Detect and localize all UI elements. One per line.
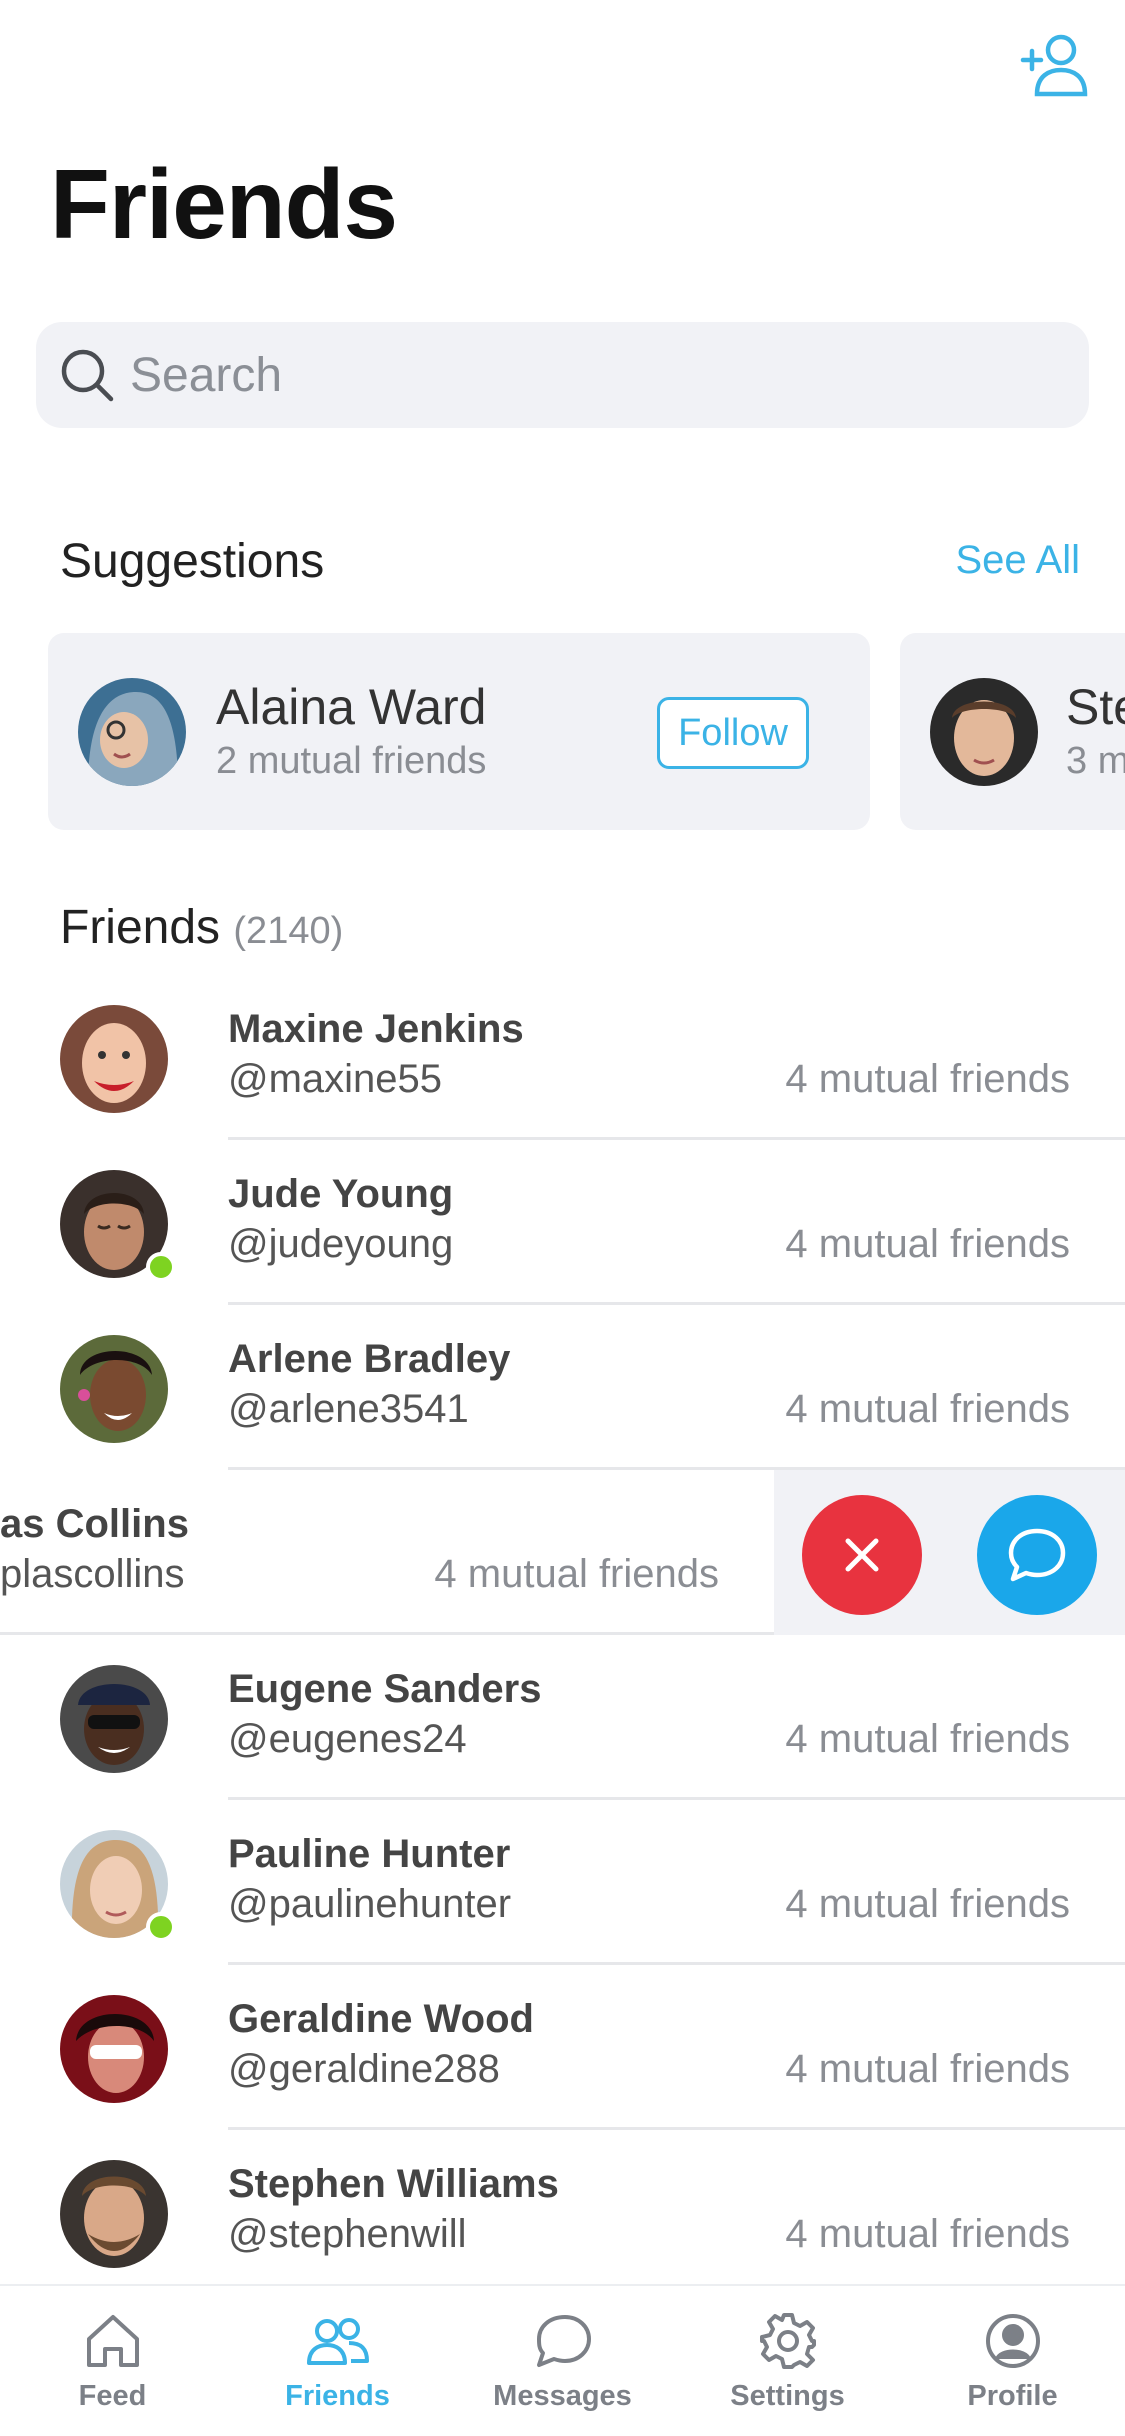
friend-handle: plascollins: [0, 1552, 185, 1596]
add-user-icon: [1020, 34, 1088, 97]
tab-label: Settings: [730, 2380, 845, 2412]
search-bar[interactable]: [36, 322, 1089, 428]
friend-mutual-friends: 4 mutual friends: [785, 1717, 1070, 1761]
avatar: [78, 678, 186, 786]
friend-row[interactable]: Arlene Bradley @arlene3541 4 mutual frie…: [0, 1305, 1125, 1470]
friend-name: as Collins: [0, 1502, 189, 1546]
friends-section-title: Friends (2140): [60, 900, 343, 955]
friend-mutual-friends: 4 mutual friends: [785, 1222, 1070, 1266]
tab-bar: Feed Friends Messages Settings Profile: [0, 2284, 1125, 2436]
friend-handle: @maxine55: [228, 1057, 443, 1101]
friend-row[interactable]: Stephen Williams @stephenwill 4 mutual f…: [0, 2130, 1125, 2295]
chat-bubble-icon: [530, 2308, 596, 2374]
tab-label: Profile: [967, 2380, 1058, 2412]
friend-name: Stephen Williams: [228, 2162, 559, 2206]
friends-count: (2140): [233, 910, 344, 952]
friend-handle: @arlene3541: [228, 1387, 469, 1431]
avatar: [60, 1335, 168, 1443]
remove-friend-button[interactable]: [802, 1495, 922, 1615]
tab-label: Messages: [493, 2380, 632, 2412]
friend-handle: @eugenes24: [228, 1717, 467, 1761]
friend-row[interactable]: Geraldine Wood @geraldine288 4 mutual fr…: [0, 1965, 1125, 2130]
friend-mutual-friends: 4 mutual friends: [434, 1552, 719, 1596]
online-status-indicator: [146, 1912, 176, 1942]
friend-row[interactable]: Pauline Hunter @paulinehunter 4 mutual f…: [0, 1800, 1125, 1965]
avatar: [930, 678, 1038, 786]
friend-handle: @stephenwill: [228, 2212, 467, 2256]
friend-row[interactable]: Jude Young @judeyoung 4 mutual friends: [0, 1140, 1125, 1305]
suggestion-name: Alaina Ward: [216, 679, 487, 735]
suggestion-mutual-friends: 3 m: [1066, 740, 1125, 782]
friends-screen: Friends Suggestions See All Alaina Ward …: [0, 0, 1125, 2436]
message-friend-button[interactable]: [977, 1495, 1097, 1615]
home-icon: [80, 2308, 146, 2374]
tab-friends[interactable]: Friends: [225, 2286, 450, 2436]
search-input[interactable]: [130, 347, 1030, 403]
page-title: Friends: [50, 149, 398, 259]
user-circle-icon: [980, 2308, 1046, 2374]
friend-name: Pauline Hunter: [228, 1832, 511, 1876]
online-status-indicator: [146, 1252, 176, 1282]
swipe-actions: [774, 1470, 1125, 1635]
tab-messages[interactable]: Messages: [450, 2286, 675, 2436]
tab-label: Friends: [285, 2380, 390, 2412]
tab-settings[interactable]: Settings: [675, 2286, 900, 2436]
friend-mutual-friends: 4 mutual friends: [785, 2212, 1070, 2256]
friend-mutual-friends: 4 mutual friends: [785, 1882, 1070, 1926]
avatar: [60, 1665, 168, 1773]
gear-icon: [755, 2308, 821, 2374]
follow-button[interactable]: Follow: [657, 697, 809, 769]
friend-row-swiped[interactable]: as Collins plascollins 4 mutual friends: [0, 1470, 774, 1635]
friend-name: Geraldine Wood: [228, 1997, 534, 2041]
friend-row[interactable]: Eugene Sanders @eugenes24 4 mutual frien…: [0, 1635, 1125, 1800]
suggestion-name: Ste: [1066, 679, 1125, 735]
friend-mutual-friends: 4 mutual friends: [785, 1387, 1070, 1431]
friend-handle: @judeyoung: [228, 1222, 454, 1266]
friends-title: Friends: [60, 901, 221, 954]
friend-name: Eugene Sanders: [228, 1667, 542, 1711]
suggestions-title: Suggestions: [60, 535, 325, 588]
friend-row[interactable]: Maxine Jenkins @maxine55 4 mutual friend…: [0, 975, 1125, 1140]
friend-name: Maxine Jenkins: [228, 1007, 524, 1051]
avatar: [60, 1995, 168, 2103]
friend-name: Arlene Bradley: [228, 1337, 511, 1381]
tab-feed[interactable]: Feed: [0, 2286, 225, 2436]
suggestion-mutual-friends: 2 mutual friends: [216, 740, 487, 782]
close-icon: [845, 1538, 879, 1572]
friend-handle: @geraldine288: [228, 2047, 500, 2091]
friend-mutual-friends: 4 mutual friends: [785, 2047, 1070, 2091]
search-icon: [56, 344, 118, 406]
avatar: [60, 2160, 168, 2268]
see-all-link[interactable]: See All: [955, 538, 1080, 583]
friend-handle: @paulinehunter: [228, 1882, 512, 1926]
friend-mutual-friends: 4 mutual friends: [785, 1057, 1070, 1101]
tab-profile[interactable]: Profile: [900, 2286, 1125, 2436]
avatar: [60, 1005, 168, 1113]
chat-bubble-icon: [1008, 1528, 1066, 1582]
friend-name: Jude Young: [228, 1172, 454, 1216]
add-friend-button[interactable]: [1012, 28, 1098, 104]
tab-label: Feed: [78, 2380, 147, 2412]
friends-icon: [305, 2308, 371, 2374]
